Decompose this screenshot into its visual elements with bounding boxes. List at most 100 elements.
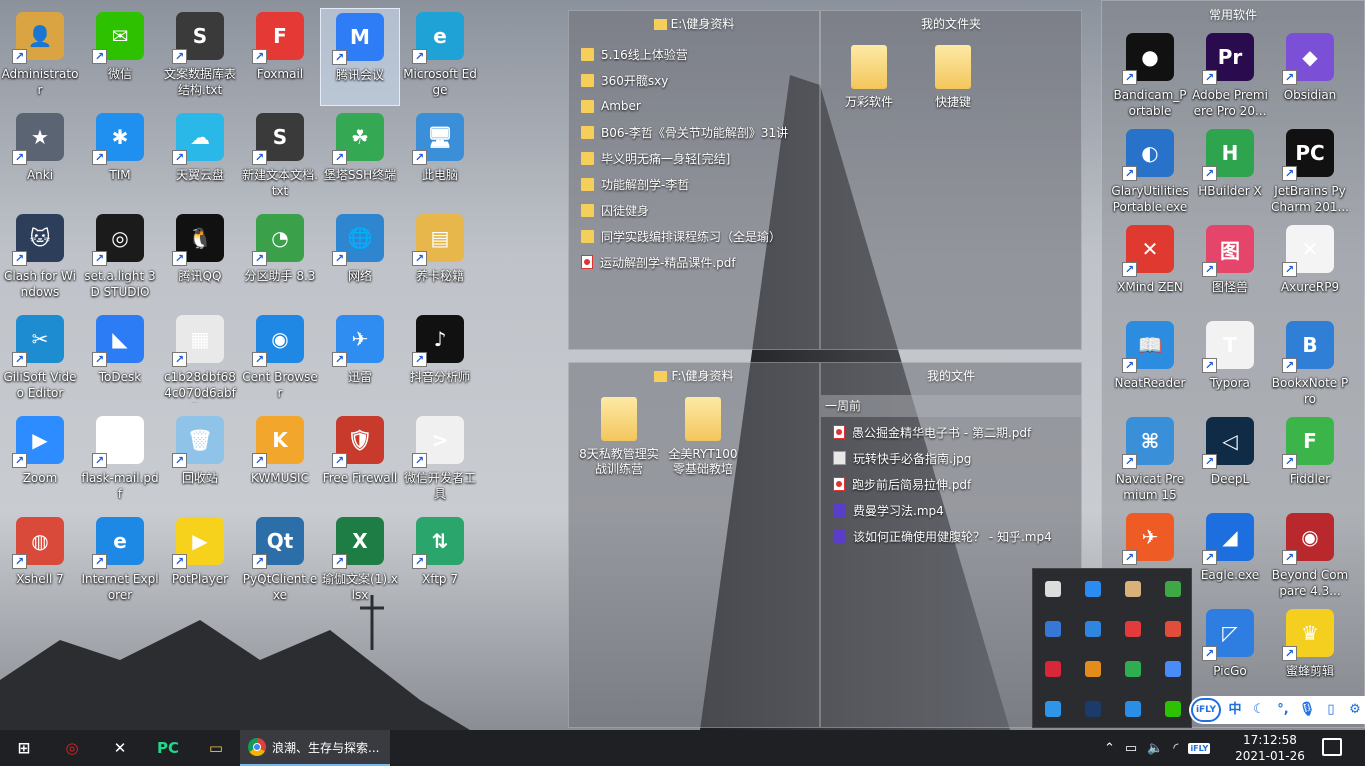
desktop-shortcut[interactable]: Pr ↗ Adobe Premiere Pro 20... [1190,29,1270,127]
tray-overflow-item[interactable] [1033,569,1073,609]
desktop-shortcut[interactable]: ✱ ↗ TIM [80,109,160,207]
desktop-shortcut[interactable]: 🐧 ↗ 腾讯QQ [160,210,240,308]
desktop-shortcut[interactable]: ✕ ↗ XMind ZEN [1110,221,1190,319]
desktop-shortcut[interactable]: K ↗ KWMUSIC [240,412,320,510]
tray-overflow-item[interactable] [1153,689,1193,729]
fence-list-item[interactable]: 囚徒健身 [581,199,649,221]
desktop-shortcut[interactable]: S ↗ 文案数据库表结构.txt [160,8,240,106]
fence-list-item[interactable]: 跑步前后简易拉伸.pdf [833,473,971,495]
desktop-shortcut[interactable]: ◉ ↗ Beyond Compare 4.3... [1270,509,1350,607]
battery-icon[interactable]: ▭ [1125,741,1137,756]
ime-mode-toggle[interactable]: 中 [1225,700,1245,720]
clock[interactable]: 17:12:58 2021-01-26 [1232,732,1308,764]
fence-folder-tile[interactable]: 8天私教管理实战训练营 [579,397,659,477]
desktop-shortcut[interactable]: ▤ ↗ 养卡秘籍 [400,210,480,308]
tray-overflow-item[interactable] [1113,569,1153,609]
tray-overflow-item[interactable] [1033,689,1073,729]
desktop-shortcut[interactable]: 🐱 ↗ Clash for Windows [0,210,80,308]
punctuation-icon[interactable]: °, [1273,700,1293,720]
desktop-shortcut[interactable]: M ↗ 腾讯会议 [320,8,400,106]
tray-overflow-item[interactable] [1033,609,1073,649]
tray-overflow-item[interactable] [1153,569,1193,609]
ifly-logo-icon[interactable]: iFLY [1191,698,1221,722]
gear-icon[interactable]: ⚙ [1345,700,1365,720]
fence-list-item[interactable]: 愚公掘金精华电子书 - 第二期.pdf [833,421,1031,443]
moon-icon[interactable]: ☾ [1249,700,1269,720]
desktop-shortcut[interactable]: T ↗ Typora [1190,317,1270,415]
wifi-icon[interactable]: ◜ [1173,741,1178,756]
fence-f-drive-title[interactable]: F:\健身资料 [569,363,819,389]
desktop-shortcut[interactable]: ☘ ↗ 堡塔SSH终端 [320,109,400,207]
desktop-shortcut[interactable]: ◐ ↗ GlaryUtilitiesPortable.exe [1110,125,1190,223]
desktop-shortcut[interactable]: ★ ↗ Anki [0,109,80,207]
desktop-shortcut[interactable]: 🌐 ↗ 网络 [320,210,400,308]
tray-overflow-item[interactable] [1073,569,1113,609]
desktop-shortcut[interactable]: ◁ ↗ DeepL [1190,413,1270,511]
fence-list-item[interactable]: 该如何正确使用健腹轮？ - 知乎.mp4 [833,525,1052,547]
desktop-shortcut[interactable]: ✕ ↗ AxureRP9 [1270,221,1350,319]
desktop-shortcut[interactable]: ◆ ↗ Obsidian [1270,29,1350,127]
desktop-shortcut[interactable]: > ↗ 微信开发者工具 [400,412,480,510]
fence-common-software-title[interactable]: 常用软件 [1102,1,1364,29]
fence-list-item[interactable]: 功能解剖学-李哲 [581,173,689,195]
fence-folder-tile[interactable]: 万彩软件 [829,45,909,110]
desktop-shortcut[interactable]: ◸ ↗ PicGo [1190,605,1270,703]
desktop-shortcut[interactable]: ◣ ↗ ToDesk [80,311,160,409]
desktop-shortcut[interactable]: ▦↗c1b28dbf684c070d6abf7... [160,311,240,409]
fence-list-item[interactable]: Amber [581,95,641,117]
desktop-shortcut[interactable]: ♛ ↗ 蜜蜂剪辑 [1270,605,1350,703]
desktop-shortcut[interactable]: e ↗ Microsoft Edge [400,8,480,106]
tray-overflow-item[interactable] [1113,609,1153,649]
volume-icon[interactable]: 🔈 [1147,741,1163,756]
file-explorer-icon[interactable]: ▭ [192,730,240,766]
notification-icon[interactable] [1322,738,1342,756]
desktop-shortcut[interactable]: F ↗ Foxmail [240,8,320,106]
desktop-shortcut[interactable]: ◎ ↗ set.a.light 3D STUDIO [80,210,160,308]
chevron-up-icon[interactable]: ⌃ [1104,741,1115,756]
desktop-shortcut[interactable]: ⇅ ↗ Xftp 7 [400,513,480,611]
fence-list-item[interactable]: 运动解剖学-精品课件.pdf [581,251,736,273]
desktop-shortcut[interactable]: ◍ ↗ Xshell 7 [0,513,80,611]
desktop-shortcut[interactable]: 图 ↗ 图怪兽 [1190,221,1270,319]
ime-badge[interactable]: iFLY [1188,742,1211,754]
tray-overflow-item[interactable] [1113,689,1153,729]
desktop-shortcut[interactable]: 👤 ↗ Administrator [0,8,80,106]
desktop-shortcut[interactable]: ◔ ↗ 分区助手 8.3 [240,210,320,308]
fence-folder-tile[interactable]: 全美RYT100零基础教培 [663,397,743,477]
desktop-shortcut[interactable]: PC ↗ JetBrains PyCharm 201... [1270,125,1350,223]
desktop-shortcut[interactable]: ◢ ↗ Eagle.exe [1190,509,1270,607]
tray-overflow-item[interactable] [1033,649,1073,689]
fence-e-drive-title[interactable]: E:\健身资料 [569,11,819,37]
tray-overflow-item[interactable] [1073,649,1113,689]
desktop-shortcut[interactable]: ▶ ↗ PotPlayer [160,513,240,611]
desktop-shortcut[interactable]: 🖥 ↗ 此电脑 [400,109,480,207]
fence-my-folders-title[interactable]: 我的文件夹 [821,11,1081,37]
windows-start-icon[interactable]: ⊞ [0,730,48,766]
tray-overflow-item[interactable] [1073,689,1113,729]
desktop-shortcut[interactable]: e ↗ Internet Explorer [80,513,160,611]
desktop-shortcut[interactable]: ☁ ↗ 天翼云盘 [160,109,240,207]
fence-group-header[interactable]: 一周前 [821,395,1081,417]
desktop-shortcut[interactable]: ⌘ ↗ Navicat Premium 15 [1110,413,1190,511]
netease-music-icon[interactable]: ◎ [48,730,96,766]
desktop-shortcut[interactable]: ✉ ↗ 微信 [80,8,160,106]
tray-overflow-item[interactable] [1073,609,1113,649]
fence-list-item[interactable]: 毕义明无痛一身轻[完结] [581,147,730,169]
fence-list-item[interactable]: 5.16线上体验营 [581,43,688,65]
xmind-taskbar-icon[interactable]: ✕ [96,730,144,766]
fence-folder-tile[interactable]: 快捷键 [913,45,993,110]
desktop-shortcut[interactable]: F ↗ Fiddler [1270,413,1350,511]
tray-overflow-item[interactable] [1153,649,1193,689]
fence-list-item[interactable]: 费曼学习法.mp4 [833,499,944,521]
desktop-shortcut[interactable]: B ↗ BookxNote Pro [1270,317,1350,415]
fence-list-item[interactable]: 同学实践编排课程练习（全是瑜） [581,225,781,247]
fence-list-item[interactable]: 玩转快手必备指南.jpg [833,447,971,469]
desktop-shortcut[interactable]: H ↗ HBuilder X [1190,125,1270,223]
fence-list-item[interactable]: B06-李哲《骨关节功能解剖》31讲 [581,121,788,143]
desktop-shortcut[interactable]: S ↗ 新建文本文档.txt [240,109,320,207]
desktop-shortcut[interactable]: ✈ ↗ 迅雷 [320,311,400,409]
desktop-shortcut[interactable]: ✂ ↗ GiliSoft Video Editor [0,311,80,409]
pycharm-taskbar-icon[interactable]: PC [144,730,192,766]
desktop-shortcut[interactable]: ▶ ↗ Zoom [0,412,80,510]
mic-icon[interactable]: 🎙 [1297,700,1317,720]
